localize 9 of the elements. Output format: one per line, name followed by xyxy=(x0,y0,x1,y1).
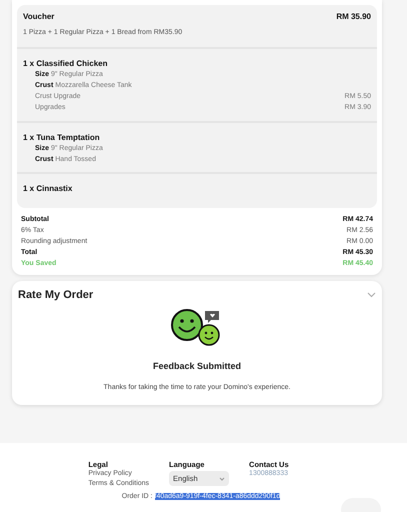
feedback-status: Feedback Submitted xyxy=(152,361,242,371)
rate-order-header[interactable]: Rate My Order xyxy=(18,289,376,301)
caret-icon xyxy=(219,476,226,480)
item-name: 1 x Cinnastix xyxy=(23,184,72,193)
voucher-title: Voucher xyxy=(23,12,54,21)
item-name: 1 x Classified Chicken xyxy=(23,59,108,68)
chevron-icon xyxy=(367,292,376,298)
voucher-price: RM 35.90 xyxy=(336,12,371,21)
item-name: 1 x Tuna Temptation xyxy=(23,133,100,142)
